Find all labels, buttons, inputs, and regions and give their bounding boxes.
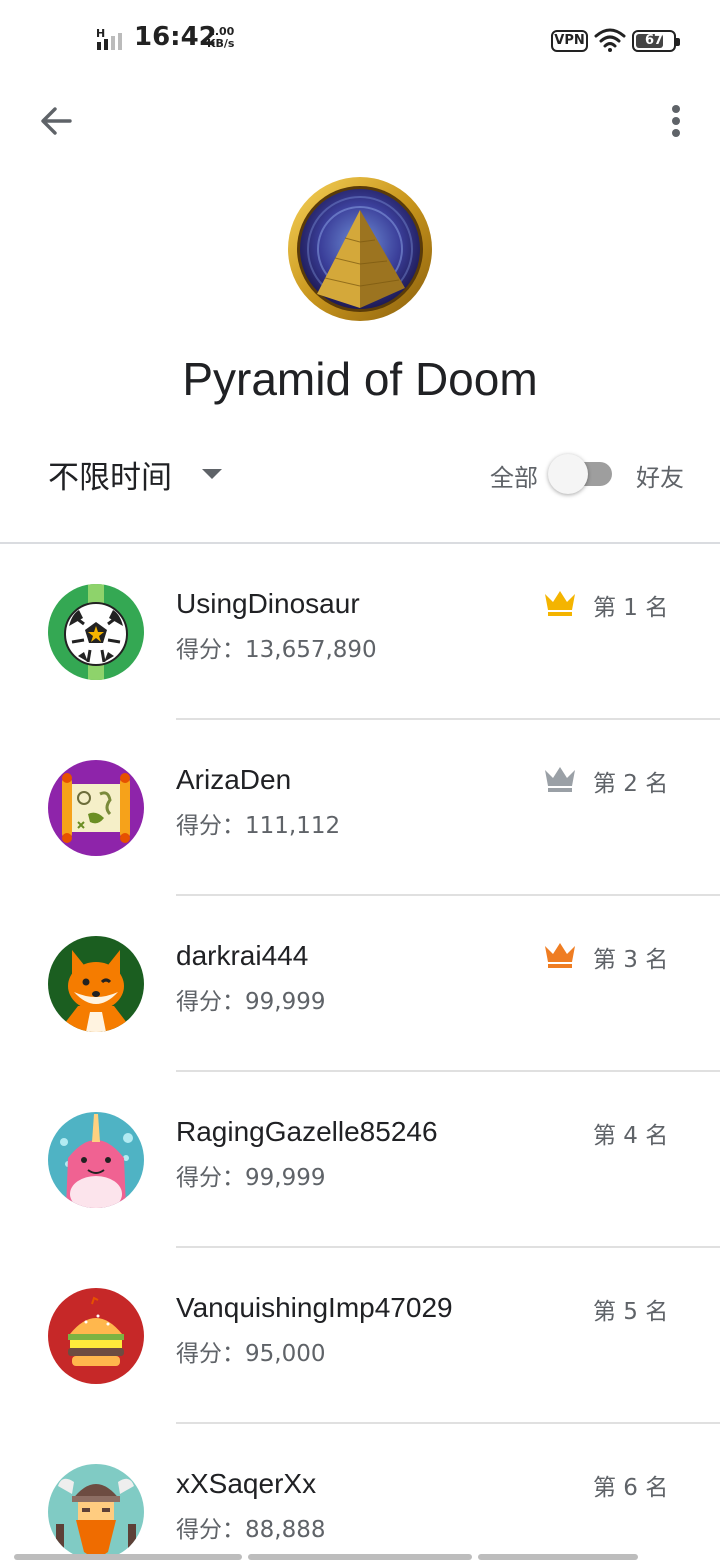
status-bar: H 16:42 1.00 KB/s VPN 67: [0, 0, 720, 80]
player-name: VanquishingImp47029: [176, 1292, 453, 1323]
player-name: RagingGazelle85246: [176, 1116, 438, 1147]
battery-level: 67: [644, 33, 664, 48]
player-rank: 第 1 名: [593, 595, 669, 621]
silver-crown-icon: [545, 767, 575, 792]
bronze-crown-icon: [545, 943, 575, 968]
cellular-signal-icon: H: [96, 27, 122, 50]
gold-crown-icon: [545, 591, 575, 616]
player-score: 得分：95,000: [176, 1341, 326, 1367]
scope-all-label: 全部: [490, 464, 538, 492]
player-score: 得分：111,112: [176, 813, 341, 839]
player-score: 得分：88,888: [176, 1517, 326, 1543]
player-rank: 第 4 名: [593, 1123, 669, 1149]
dropdown-arrow-icon: [202, 469, 222, 479]
arrow-back-icon: [41, 107, 72, 135]
back-button[interactable]: [28, 96, 84, 146]
scope-friends-label: 好友: [636, 464, 684, 492]
treasure-map-avatar: [48, 760, 144, 856]
leaderboard-row[interactable]: UsingDinosaur 得分：13,657,890 第 1 名: [0, 544, 720, 720]
player-rank: 第 5 名: [593, 1299, 669, 1325]
player-rank: 第 2 名: [593, 771, 669, 797]
viking-avatar: [48, 1464, 144, 1560]
battery-cap: [676, 38, 680, 46]
vpn-badge: VPN: [551, 30, 588, 52]
player-name: UsingDinosaur: [176, 588, 360, 619]
svg-text:H: H: [96, 27, 105, 40]
leaderboard-row[interactable]: RagingGazelle85246 得分：99,999 第 4 名: [0, 1072, 720, 1248]
leaderboard-row[interactable]: darkrai444 得分：99,999 第 3 名: [0, 896, 720, 1072]
player-rank: 第 3 名: [593, 947, 669, 973]
nav-hint-bar-right: [478, 1554, 638, 1560]
burger-avatar: [48, 1288, 144, 1384]
battery-icon: 67: [632, 30, 680, 52]
time-range-label: 不限时间: [48, 459, 172, 496]
player-score: 得分：13,657,890: [176, 637, 377, 663]
player-rank: 第 6 名: [593, 1475, 669, 1501]
nav-hint-bar-middle: [248, 1554, 472, 1560]
status-time: 16:42: [134, 22, 217, 52]
nav-hint-bar-left: [14, 1554, 242, 1560]
fox-avatar: [48, 936, 144, 1032]
wifi-icon: [594, 28, 626, 52]
friends-only-toggle[interactable]: [548, 452, 614, 496]
game-title: Pyramid of Doom: [182, 353, 538, 405]
player-score: 得分：99,999: [176, 1165, 326, 1191]
network-speed: 1.00 KB/s: [207, 26, 234, 50]
network-speed-unit: KB/s: [207, 37, 235, 50]
leaderboard-row[interactable]: VanquishingImp47029 得分：95,000 第 5 名: [0, 1248, 720, 1424]
toggle-thumb: [548, 454, 588, 494]
more-options-button[interactable]: [652, 96, 700, 146]
soccer-ball-avatar: [48, 584, 144, 680]
player-name: darkrai444: [176, 940, 309, 971]
pyramid-game-icon: [288, 177, 432, 321]
leaderboard-row[interactable]: ArizaDen 得分：111,112 第 2 名: [0, 720, 720, 896]
player-score: 得分：99,999: [176, 989, 326, 1015]
player-name: ArizaDen: [176, 764, 292, 795]
leaderboard-list: UsingDinosaur 得分：13,657,890 第 1 名 ArizaD…: [0, 544, 720, 1560]
narwhal-avatar: [48, 1112, 144, 1208]
player-name: xXSaqerXx: [176, 1468, 317, 1499]
leaderboard-row[interactable]: xXSaqerXx 得分：88,888 第 6 名: [0, 1424, 720, 1560]
time-range-dropdown[interactable]: 不限时间: [48, 450, 222, 498]
more-vertical-icon: [672, 105, 680, 137]
